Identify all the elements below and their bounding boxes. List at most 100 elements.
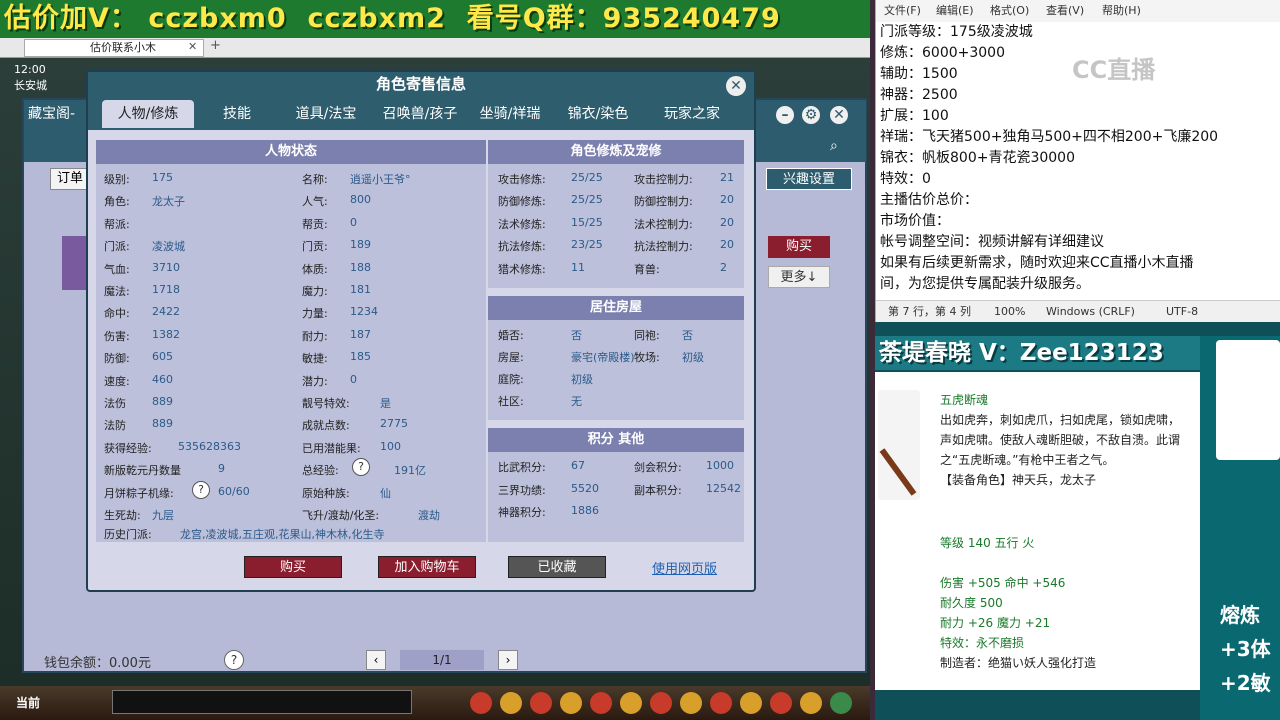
menu-icon[interactable] bbox=[680, 692, 702, 714]
game-bottom-bar: 当前 bbox=[0, 686, 870, 720]
menu-icon[interactable] bbox=[500, 692, 522, 714]
menu-icon[interactable] bbox=[620, 692, 642, 714]
menu-icon[interactable] bbox=[740, 692, 762, 714]
row-value: 25/25 bbox=[571, 193, 603, 207]
close-icon[interactable]: ✕ bbox=[830, 106, 848, 124]
tab-mounts[interactable]: 坐骑/祥瑞 bbox=[472, 100, 548, 128]
menu-icon[interactable] bbox=[830, 692, 852, 714]
menu-view[interactable]: 查看(V) bbox=[1046, 0, 1084, 22]
menu-icon[interactable] bbox=[530, 692, 552, 714]
menu-icon[interactable] bbox=[800, 692, 822, 714]
stat-label: 总经验: bbox=[302, 464, 339, 478]
menu-icon[interactable] bbox=[650, 692, 672, 714]
item-level: 等级 140 五行 火 bbox=[940, 536, 1035, 550]
browser-tab-bar: 估价联系小木 ✕ + bbox=[0, 38, 870, 58]
chat-input[interactable] bbox=[112, 690, 412, 714]
menu-icon[interactable] bbox=[560, 692, 582, 714]
help-icon[interactable]: ? bbox=[352, 458, 370, 476]
row-value: 1886 bbox=[571, 504, 599, 517]
encoding: UTF-8 bbox=[1166, 305, 1199, 318]
item-preview bbox=[1216, 340, 1280, 460]
stat-label: 靓号特效: bbox=[302, 397, 350, 410]
row-label: 婚否: bbox=[498, 329, 524, 342]
menu-help[interactable]: 帮助(H) bbox=[1102, 0, 1141, 22]
menu-edit[interactable]: 编辑(E) bbox=[936, 0, 974, 22]
row-label: 剑会积分: bbox=[634, 461, 682, 474]
menu-icon[interactable] bbox=[770, 692, 792, 714]
help-icon[interactable]: ? bbox=[192, 481, 210, 499]
prev-page-button[interactable]: ‹ bbox=[366, 650, 386, 670]
zoom-level: 100% bbox=[994, 305, 1026, 318]
stat-value: 2422 bbox=[152, 305, 180, 319]
interest-settings-button[interactable]: 兴趣设置 bbox=[766, 168, 852, 190]
stat-value: 800 bbox=[350, 193, 371, 207]
item-effect: 特效：永不磨损 bbox=[940, 636, 1025, 650]
search-icon[interactable]: ⌕ bbox=[830, 138, 838, 154]
stat-value: 889 bbox=[152, 395, 173, 408]
stat-value: 187 bbox=[350, 327, 371, 341]
menu-icon[interactable] bbox=[710, 692, 732, 714]
row-value: 25/25 bbox=[571, 171, 603, 184]
web-version-link[interactable]: 使用网页版 bbox=[652, 558, 717, 577]
notepad-line: 帐号调整空间：视频讲解有详细建议 bbox=[880, 234, 1104, 250]
close-icon[interactable]: ✕ bbox=[726, 76, 746, 96]
stat-label: 已用潜能果: bbox=[302, 441, 361, 455]
minimize-icon[interactable]: – bbox=[776, 106, 794, 124]
list-buy-button[interactable]: 购买 bbox=[768, 236, 830, 258]
favorited-button[interactable]: 已收藏 bbox=[508, 556, 606, 578]
stat-label: 原始种族: bbox=[302, 486, 350, 500]
stat-value: 189 bbox=[350, 238, 371, 252]
tab-home[interactable]: 玩家之家 bbox=[654, 100, 730, 128]
stat-value: 181 bbox=[350, 283, 371, 296]
dialog-title: 角色寄售信息 bbox=[88, 72, 754, 96]
stat-value: 0 bbox=[350, 372, 357, 386]
row-label: 防御控制力: bbox=[634, 195, 693, 209]
new-tab-icon[interactable]: + bbox=[210, 38, 221, 53]
cc-watermark: CC直播 bbox=[1072, 56, 1156, 84]
settings-icon[interactable]: ⚙ bbox=[802, 106, 820, 124]
notepad-line: 门派等级：175级凌波城 bbox=[880, 24, 1033, 40]
stat-label: 命中: bbox=[104, 307, 130, 321]
buy-button[interactable]: 购买 bbox=[244, 556, 342, 578]
row-value: 1000 bbox=[706, 459, 734, 472]
stat-label: 名称: bbox=[302, 173, 328, 186]
stat-value: 191亿 bbox=[394, 464, 426, 478]
close-icon[interactable]: ✕ bbox=[188, 40, 197, 53]
stat-label: 帮派: bbox=[104, 217, 130, 231]
line-ending: Windows (CRLF) bbox=[1046, 305, 1135, 318]
browser-tab[interactable]: 估价联系小木 bbox=[24, 39, 204, 57]
banner-wx1: cczbxm0 bbox=[148, 3, 287, 34]
stat-value: 1718 bbox=[152, 283, 180, 296]
next-page-button[interactable]: › bbox=[498, 650, 518, 670]
row-label: 猎术修炼: bbox=[498, 262, 546, 276]
row-value: 21 bbox=[720, 171, 734, 184]
more-button[interactable]: 更多↓ bbox=[768, 266, 830, 288]
history-label: 历史门派: bbox=[104, 528, 152, 541]
weapon-image bbox=[878, 390, 920, 500]
menu-file[interactable]: 文件(F) bbox=[884, 0, 921, 22]
tab-outfits[interactable]: 锦衣/染色 bbox=[560, 100, 636, 128]
stat-value: 仙 bbox=[380, 486, 391, 500]
stat-value: 渡劫 bbox=[418, 509, 440, 522]
xiulian-heading: 角色修炼及宠修 bbox=[488, 140, 744, 164]
row-value: 11 bbox=[571, 260, 585, 274]
menu-icon[interactable] bbox=[590, 692, 612, 714]
notepad-menu: 文件(F) 编辑(E) 格式(O) 查看(V) 帮助(H) bbox=[876, 0, 1280, 22]
help-icon[interactable]: ? bbox=[224, 650, 244, 670]
tab-pets[interactable]: 召唤兽/孩子 bbox=[376, 100, 464, 128]
stat-label: 伤害: bbox=[104, 329, 130, 343]
notepad-statusbar: 第 7 行，第 4 列 100% Windows (CRLF) UTF-8 bbox=[876, 300, 1280, 322]
item-maker: 制造者：绝猫い妖人强化打造 bbox=[940, 656, 1097, 670]
channel-current[interactable]: 当前 bbox=[16, 694, 40, 711]
house-heading: 居住房屋 bbox=[488, 296, 744, 320]
tab-character[interactable]: 人物/修炼 bbox=[102, 100, 194, 128]
menu-icon[interactable] bbox=[470, 692, 492, 714]
banner-qq: 935240479 bbox=[602, 3, 781, 34]
stat-label: 月饼粽子机缘: bbox=[104, 486, 174, 500]
add-to-cart-button[interactable]: 加入购物车 bbox=[378, 556, 476, 578]
order-button[interactable]: 订单 bbox=[50, 168, 90, 190]
tab-items[interactable]: 道具/法宝 bbox=[284, 100, 368, 128]
stat-value: 188 bbox=[350, 260, 371, 274]
tab-skills[interactable]: 技能 bbox=[206, 100, 268, 128]
menu-format[interactable]: 格式(O) bbox=[990, 0, 1029, 22]
